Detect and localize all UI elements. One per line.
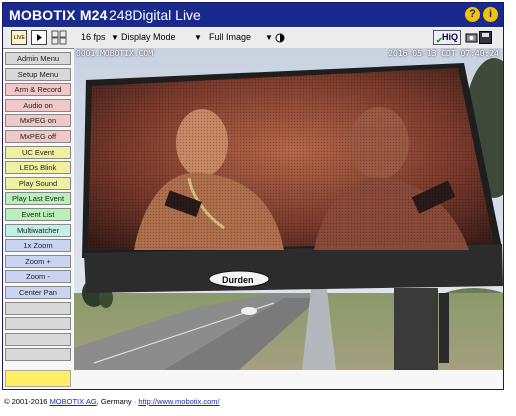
save-icon[interactable] — [479, 31, 492, 44]
sidebar-menu: Admin Menu Setup Menu Arm & Record Audio… — [5, 52, 73, 364]
sidebar-item-zoom-minus[interactable]: Zoom - — [5, 270, 71, 284]
sidebar-item-mxpeg-off[interactable]: MxPEG off — [5, 129, 71, 143]
hiq-label: HiQ — [441, 32, 458, 42]
website-link[interactable]: http://www.mobotix.com/ — [138, 397, 219, 406]
play-button[interactable] — [31, 30, 47, 45]
sidebar-item-empty[interactable] — [5, 332, 71, 346]
camera-window: MOBOTIX M24 248Digital Live ? i LIVE 16 … — [2, 2, 504, 390]
display-mode-value: Display Mode — [121, 32, 176, 42]
sidebar-item-empty[interactable] — [5, 348, 71, 362]
snapshot-icon[interactable] — [465, 31, 478, 44]
sidebar-item-mxpeg-on[interactable]: MxPEG on — [5, 114, 71, 128]
country-text: , Germany · — [96, 397, 139, 406]
multiview-button[interactable] — [51, 30, 67, 45]
help-icon[interactable]: ? — [465, 7, 480, 22]
sidebar-item-event-list[interactable]: Event List — [5, 207, 71, 221]
sidebar-item-setup-menu[interactable]: Setup Menu — [5, 67, 71, 81]
live-view-button[interactable]: LIVE — [11, 30, 27, 45]
sidebar-item-leds-blink[interactable]: LEDs Blink — [5, 161, 71, 175]
fps-value: 16 fps — [81, 32, 106, 42]
sidebar-item-empty[interactable] — [5, 317, 71, 331]
sidebar-item-admin-menu[interactable]: Admin Menu — [5, 52, 71, 65]
billboard-logo-text: Durden — [222, 275, 254, 285]
chevron-down-icon: ▼ — [194, 33, 202, 42]
copyright-text: © 2001-2016 — [4, 397, 50, 406]
check-icon: ✔ — [436, 36, 443, 45]
footer: © 2001-2016 MOBOTIX AG, Germany · http:/… — [4, 397, 220, 406]
brand-title: MOBOTIX M24 — [9, 7, 108, 23]
overlay-source-text: 0001.MOBOTIX.COM — [76, 49, 154, 58]
sidebar-item-uc-event[interactable]: UC Event — [5, 145, 71, 159]
sidebar-item-multiwatcher[interactable]: Multiwatcher — [5, 223, 71, 237]
display-mode-select[interactable]: Display Mode ▼ — [121, 32, 202, 42]
camera-scene — [74, 48, 503, 370]
title-bar: MOBOTIX M24 248Digital Live ? i — [3, 3, 503, 27]
sidebar-item-arm-record[interactable]: Arm & Record — [5, 83, 71, 97]
sidebar-item-empty[interactable] — [5, 301, 71, 315]
live-view-label: LIVE — [14, 35, 25, 41]
fps-select[interactable]: 16 fps ▼ — [81, 32, 119, 42]
camera-name: 248Digital Live — [109, 7, 201, 23]
play-icon — [37, 34, 42, 41]
image-mode-value: Full Image — [209, 32, 252, 42]
chevron-down-icon: ▼ — [265, 33, 273, 42]
sidebar-item-zoom-plus[interactable]: Zoom + — [5, 254, 71, 268]
status-indicator — [5, 370, 71, 387]
image-mode-select[interactable]: Full Image ▼ — [209, 32, 273, 42]
info-icon[interactable]: i — [483, 7, 498, 22]
hiq-button[interactable]: ✔ HiQ — [433, 30, 461, 45]
company-link[interactable]: MOBOTIX AG — [50, 397, 97, 406]
camera-live-image[interactable]: 0001.MOBOTIX.COM 2016-05-13 CDT 07:40:24… — [74, 48, 503, 370]
image-settings-icon[interactable] — [275, 33, 285, 43]
sidebar-item-1x-zoom[interactable]: 1x Zoom — [5, 239, 71, 253]
grid-icon — [51, 30, 67, 45]
sidebar-item-play-sound[interactable]: Play Sound — [5, 176, 71, 190]
sidebar-item-play-last-event[interactable]: Play Last Event — [5, 192, 71, 206]
toolbar: LIVE 16 fps ▼ Display Mode ▼ Full Image … — [3, 28, 503, 49]
sidebar-item-center-pan[interactable]: Center Pan — [5, 285, 71, 299]
chevron-down-icon: ▼ — [111, 33, 119, 42]
overlay-timestamp: 2016-05-13 CDT 07:40:24 — [388, 49, 499, 58]
sidebar-item-audio-on[interactable]: Audio on — [5, 98, 71, 112]
